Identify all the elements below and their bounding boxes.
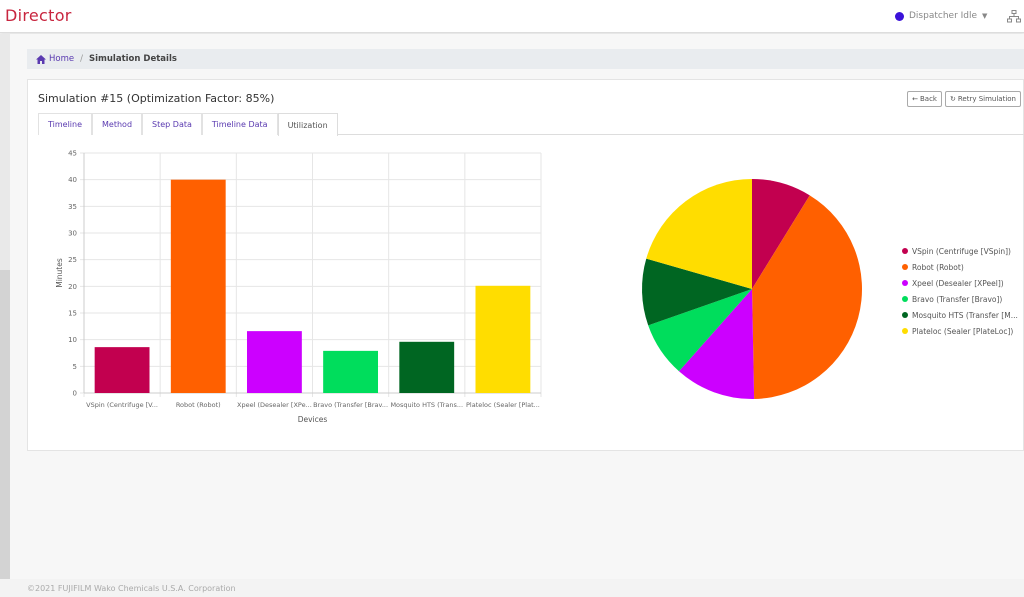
x-tick-label: Robot (Robot) [176, 401, 221, 409]
sidebar-collapsed [0, 34, 10, 579]
y-tick-label: 45 [68, 150, 77, 158]
breadcrumb-separator: / [80, 54, 83, 64]
back-label: Back [919, 95, 937, 103]
bar[interactable] [246, 331, 302, 393]
bar[interactable] [323, 350, 379, 393]
back-button[interactable]: ← Back [907, 91, 942, 107]
footer-copyright: ©2021 FUJIFILM Wako Chemicals U.S.A. Cor… [27, 584, 236, 593]
arrow-left-icon: ← [912, 95, 918, 103]
breadcrumb-home-link[interactable]: Home [36, 54, 74, 64]
x-tick-label: VSpin (Centrifuge [V... [86, 401, 158, 409]
y-tick-label: 40 [68, 176, 77, 184]
app-brand[interactable]: Director [5, 6, 72, 25]
retry-simulation-button[interactable]: ↻ Retry Simulation [944, 91, 1021, 107]
x-tick-label: Plateloc (Sealer [Plat... [466, 401, 540, 409]
legend-label: Bravo (Transfer [Bravo]) [912, 294, 1003, 304]
legend-label: Robot (Robot) [912, 262, 964, 272]
y-tick-label: 25 [68, 256, 77, 264]
x-tick-label: Xpeel (Desealer [XPe... [237, 401, 312, 409]
legend-swatch-icon [902, 328, 908, 334]
legend-item[interactable]: Mosquito HTS (Transfer [M... [902, 307, 1018, 323]
legend-swatch-icon [902, 248, 908, 254]
y-tick-label: 30 [68, 230, 77, 238]
y-tick-label: 35 [68, 203, 77, 211]
legend-item[interactable]: Bravo (Transfer [Bravo]) [902, 291, 1018, 307]
x-axis-title: Devices [298, 415, 328, 424]
legend-label: Plateloc (Sealer [PlateLoc]) [912, 326, 1014, 336]
legend-swatch-icon [902, 264, 908, 270]
legend-label: Xpeel (Desealer [XPeel]) [912, 278, 1004, 288]
x-tick-label: Bravo (Transfer [Brav... [313, 401, 388, 409]
legend-swatch-icon [902, 312, 908, 318]
legend-label: VSpin (Centrifuge [VSpin]) [912, 246, 1011, 256]
home-icon [36, 54, 46, 64]
legend-label: Mosquito HTS (Transfer [M... [912, 310, 1018, 320]
pie-legend: VSpin (Centrifuge [VSpin]) Robot (Robot) X… [902, 243, 1018, 339]
y-tick-label: 15 [68, 310, 77, 318]
legend-swatch-icon [902, 296, 908, 302]
bar[interactable] [399, 341, 455, 393]
network-icon[interactable] [1007, 10, 1021, 23]
bar[interactable] [170, 179, 226, 393]
legend-swatch-icon [902, 280, 908, 286]
legend-item[interactable]: Plateloc (Sealer [PlateLoc]) [902, 323, 1018, 339]
legend-item[interactable]: Robot (Robot) [902, 259, 1018, 275]
y-tick-label: 5 [73, 363, 77, 371]
bar[interactable] [475, 285, 531, 393]
utilization-bar-chart: 0 5 10 15 20 25 30 35 40 45 VSpin (Centrifuge [V..… [55, 150, 542, 424]
legend-item[interactable]: Xpeel (Desealer [XPeel]) [902, 275, 1018, 291]
legend-item[interactable]: VSpin (Centrifuge [VSpin]) [902, 243, 1018, 259]
bar[interactable] [94, 347, 150, 393]
utilization-pie-chart [642, 179, 862, 400]
y-axis-title: Minutes [55, 258, 64, 288]
breadcrumb-home-label: Home [49, 54, 75, 64]
breadcrumb-current: Simulation Details [88, 54, 177, 64]
caret-down-icon: ▼ [982, 12, 988, 20]
x-tick-label: Mosquito HTS (Trans... [390, 401, 463, 409]
dispatcher-status-label: Dispatcher Idle [909, 11, 978, 21]
top-navbar: Director Dispatcher Idle ▼ [0, 0, 1024, 33]
dispatcher-status-dropdown[interactable]: Dispatcher Idle ▼ [895, 11, 987, 21]
y-tick-label: 10 [68, 336, 77, 344]
breadcrumb: Home / Simulation Details [27, 49, 1024, 69]
retry-label: Retry Simulation [957, 95, 1016, 103]
status-dot-icon [895, 11, 904, 21]
retry-icon: ↻ [949, 95, 956, 103]
y-tick-label: 0 [73, 390, 77, 398]
y-tick-label: 20 [68, 283, 77, 291]
